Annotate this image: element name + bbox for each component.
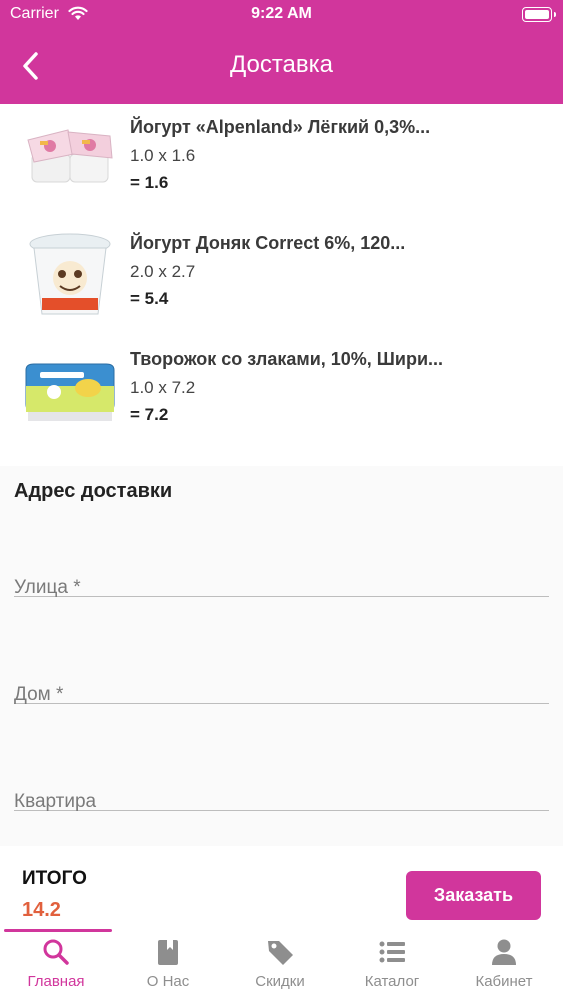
tab-label: Главная bbox=[27, 973, 85, 990]
house-placeholder: Дом * bbox=[14, 684, 64, 705]
tab-label: О Нас bbox=[146, 973, 190, 990]
product-image-yogurt-cups bbox=[27, 129, 113, 183]
order-button[interactable]: Заказать bbox=[406, 871, 541, 920]
book-icon bbox=[158, 940, 178, 965]
tab-account[interactable]: Кабинет bbox=[448, 929, 560, 1000]
product-name: Йогурт Доняк Correct 6%, 120... bbox=[130, 233, 406, 253]
product-quantity-price: 1.0 x 1.6 bbox=[130, 146, 196, 165]
product-name: Творожок со злаками, 10%, Шири... bbox=[130, 349, 444, 369]
tab-about[interactable]: О Нас bbox=[112, 929, 224, 1000]
search-icon bbox=[43, 939, 69, 965]
tab-home[interactable]: Главная bbox=[0, 929, 112, 1000]
list-icon bbox=[379, 941, 405, 963]
tab-discounts[interactable]: Скидки bbox=[224, 929, 336, 1000]
tag-icon bbox=[268, 941, 293, 965]
product-name: Йогурт «Alpenland» Лёгкий 0,3%... bbox=[130, 117, 431, 137]
delivery-address-section: Адрес доставки Улица * Дом * Квартира bbox=[0, 466, 563, 846]
total-value: 14.2 bbox=[22, 899, 61, 921]
tab-bar: Главная О Нас Скидки Каталог Кабинет bbox=[0, 929, 563, 1000]
street-field[interactable]: Улица * bbox=[14, 497, 549, 598]
list-item[interactable]: Йогурт «Alpenland» Лёгкий 0,3%... 1.0 x … bbox=[0, 104, 563, 220]
product-line-total: = 7.2 bbox=[130, 405, 169, 424]
street-placeholder: Улица * bbox=[14, 577, 81, 598]
tab-label: Каталог bbox=[364, 973, 420, 990]
product-quantity-price: 1.0 x 7.2 bbox=[130, 378, 196, 397]
product-image-curd-snack bbox=[25, 363, 115, 421]
apartment-field[interactable]: Квартира bbox=[14, 711, 549, 812]
tab-label: Кабинет bbox=[475, 973, 533, 990]
clock: 9:22 AM bbox=[251, 5, 312, 22]
product-line-total: = 1.6 bbox=[130, 173, 169, 192]
battery-icon bbox=[522, 7, 556, 22]
total-label: ИТОГО bbox=[22, 868, 87, 889]
nav-bar: Доставка bbox=[0, 30, 563, 104]
apartment-placeholder: Квартира bbox=[14, 791, 97, 812]
product-quantity-price: 2.0 x 2.7 bbox=[130, 262, 196, 281]
person-icon bbox=[492, 939, 516, 965]
list-item[interactable]: Творожок со злаками, 10%, Шири... 1.0 x … bbox=[0, 336, 563, 452]
status-bar: Carrier 9:22 AM bbox=[0, 0, 563, 30]
tab-label: Скидки bbox=[255, 973, 305, 990]
page-title: Доставка bbox=[229, 51, 334, 78]
order-items-list: Йогурт «Alpenland» Лёгкий 0,3%... 1.0 x … bbox=[0, 104, 563, 452]
list-item[interactable]: Йогурт Доняк Correct 6%, 120... 2.0 x 2.… bbox=[0, 220, 563, 336]
product-line-total: = 5.4 bbox=[130, 289, 169, 308]
tab-catalog[interactable]: Каталог bbox=[336, 929, 448, 1000]
house-field[interactable]: Дом * bbox=[14, 604, 549, 705]
product-image-yogurt-cup bbox=[29, 233, 111, 315]
